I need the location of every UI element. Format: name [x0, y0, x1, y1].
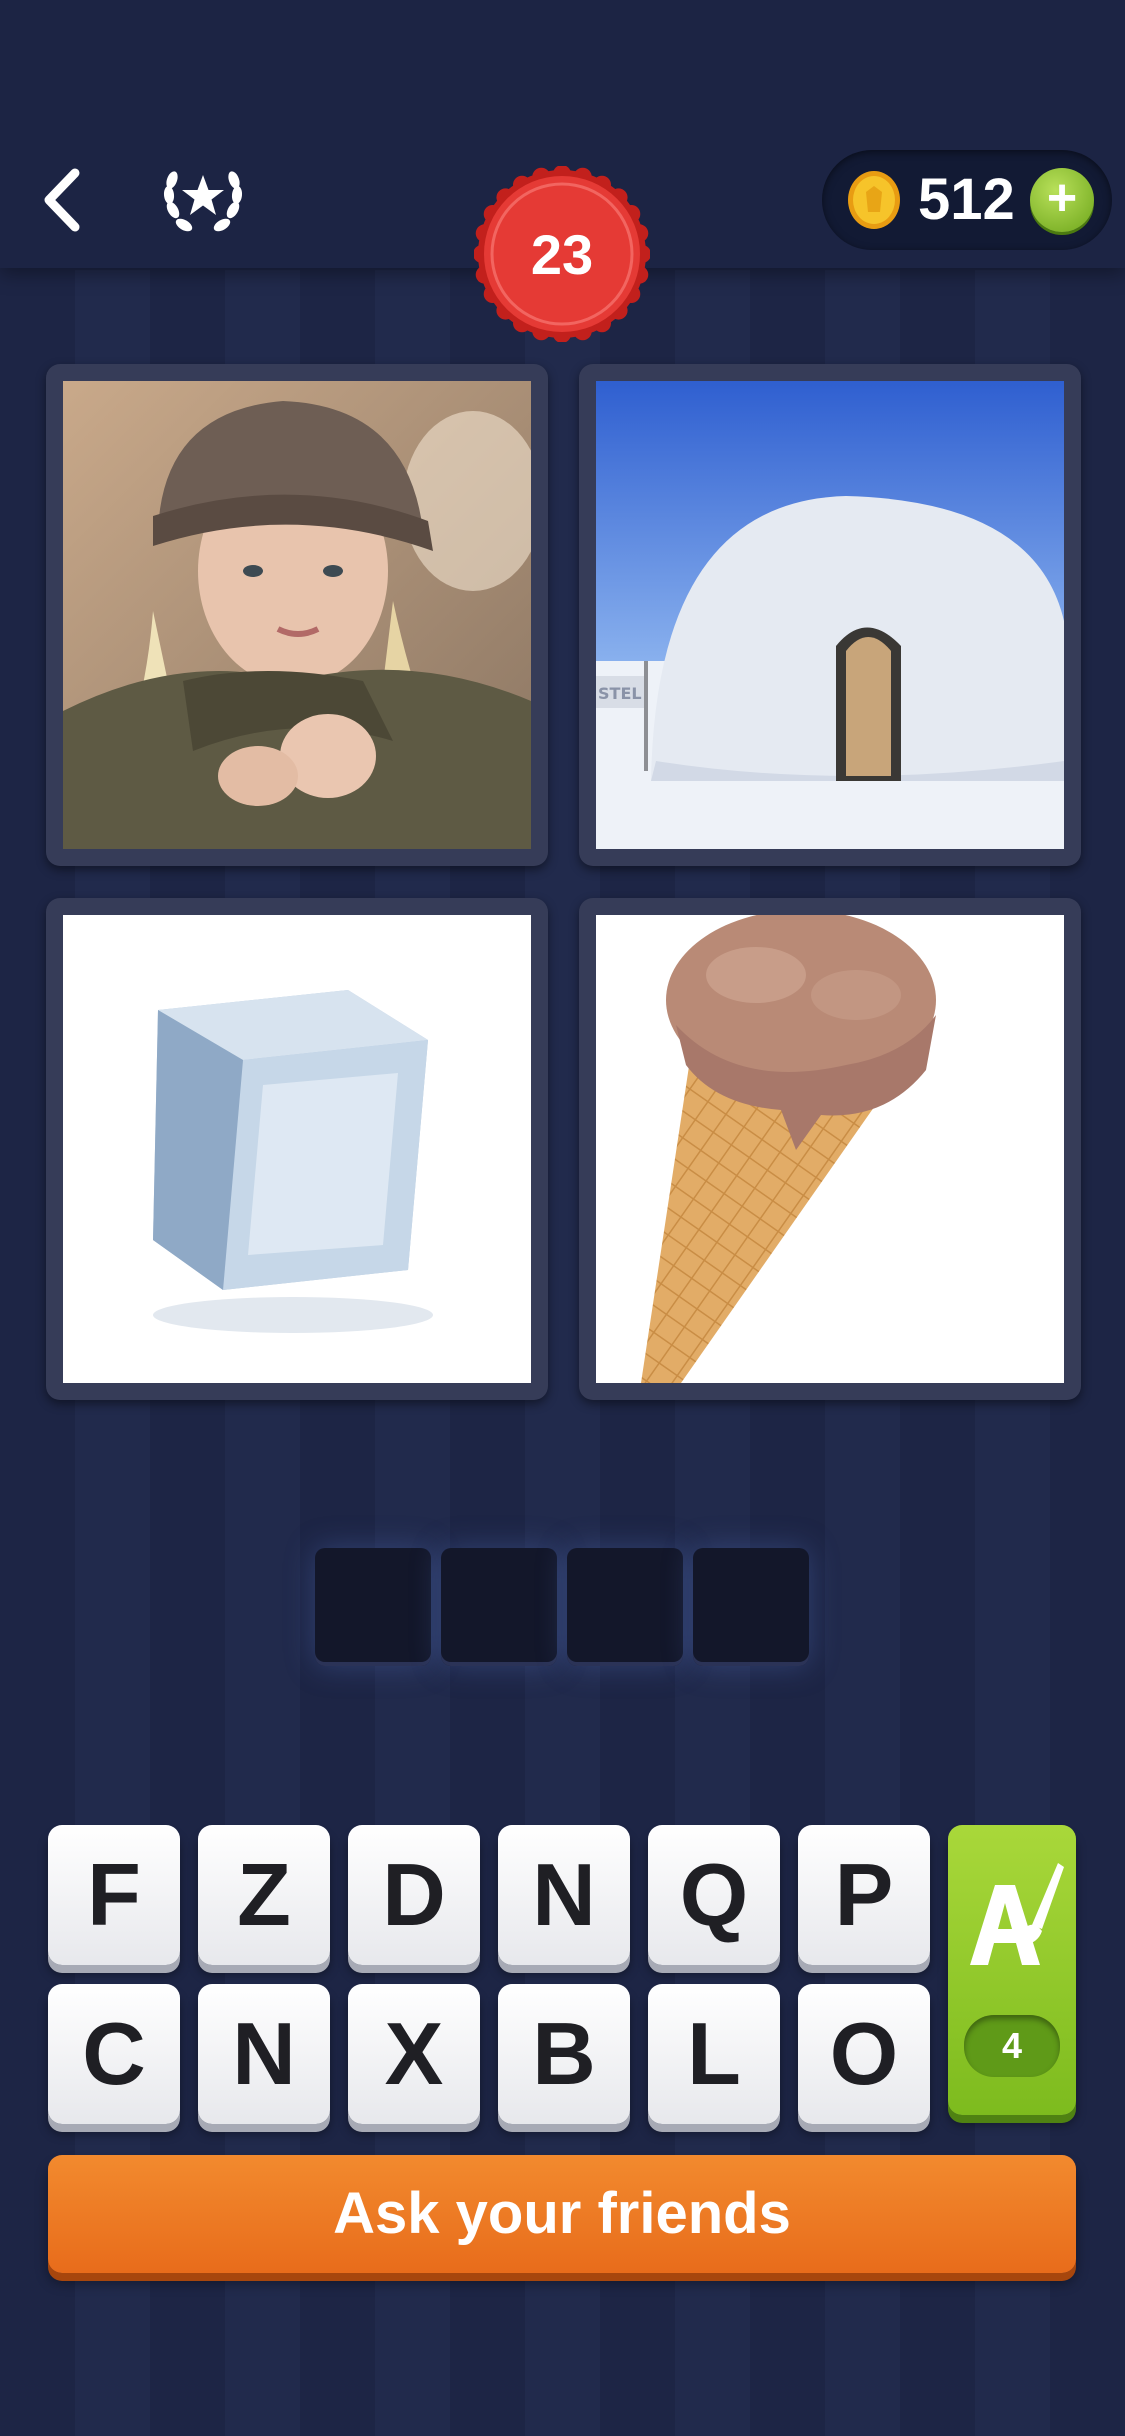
letter-key[interactable]: Q — [648, 1825, 780, 1965]
igloo-image: STEL — [596, 381, 1064, 849]
hint-cost: 4 — [964, 2015, 1060, 2077]
level-number: 23 — [530, 222, 594, 286]
letter-key[interactable]: P — [798, 1825, 930, 1965]
clue-image-4 — [579, 898, 1081, 1400]
coin-balance[interactable]: 512 + — [822, 150, 1112, 250]
answer-slot[interactable] — [567, 1548, 683, 1666]
laurel-star-icon — [163, 171, 243, 232]
coin-icon — [848, 171, 900, 229]
hint-button[interactable]: 4 — [948, 1825, 1076, 2115]
letter-key[interactable]: N — [498, 1825, 630, 1965]
letter-key[interactable]: D — [348, 1825, 480, 1965]
letter-key[interactable]: N — [198, 1984, 330, 2124]
clue-image-2: STEL — [579, 364, 1081, 866]
letter-key[interactable]: F — [48, 1825, 180, 1965]
letter-key[interactable]: C — [48, 1984, 180, 2124]
answer-slots — [315, 1548, 811, 1668]
letter-key[interactable]: B — [498, 1984, 630, 2124]
answer-slot[interactable] — [693, 1548, 809, 1666]
add-coins-button[interactable]: + — [1030, 168, 1094, 232]
clue-image-1 — [46, 364, 548, 866]
letter-key[interactable]: Z — [198, 1825, 330, 1965]
ask-friends-button[interactable]: Ask your friends — [48, 2155, 1076, 2273]
woman-in-winter-hat-image — [63, 381, 531, 849]
coin-count: 512 — [918, 167, 1015, 232]
letter-key[interactable]: X — [348, 1984, 480, 2124]
igloo-sign-text: STEL — [598, 684, 642, 703]
answer-slot[interactable] — [441, 1548, 557, 1666]
level-badge: 23 — [473, 165, 651, 343]
clue-image-3 — [46, 898, 548, 1400]
letter-key[interactable]: L — [648, 1984, 780, 2124]
ice-cube-image — [63, 915, 531, 1383]
chevron-left-icon — [44, 168, 80, 232]
back-button[interactable] — [32, 160, 92, 240]
answer-slot[interactable] — [315, 1548, 431, 1666]
achievements-button[interactable] — [158, 155, 248, 245]
ice-cream-cone-image — [596, 915, 1064, 1383]
letter-key[interactable]: O — [798, 1984, 930, 2124]
paintbrush-letter-icon — [970, 1863, 1064, 1965]
